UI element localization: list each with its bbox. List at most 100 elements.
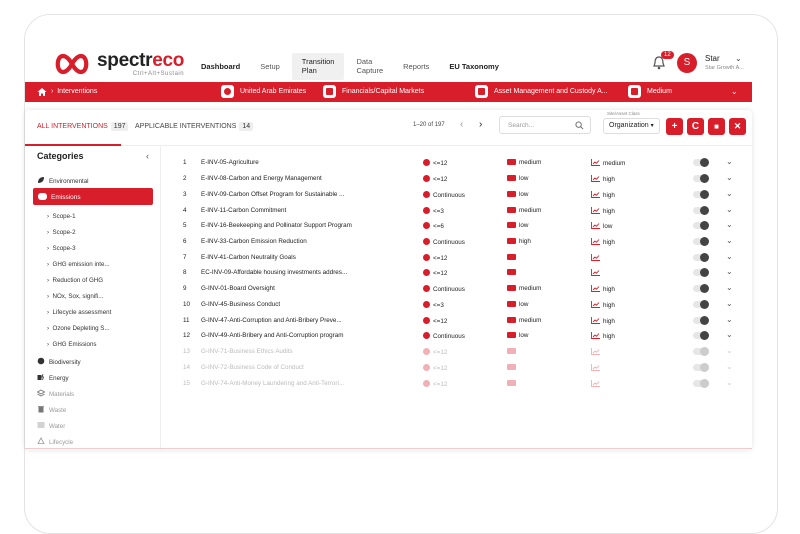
intervention-name[interactable]: E-INV-33-Carbon Emission Reduction bbox=[201, 238, 307, 245]
applicable-toggle[interactable] bbox=[693, 158, 709, 167]
applicable-toggle[interactable] bbox=[693, 237, 709, 246]
applicable-toggle[interactable] bbox=[693, 174, 709, 183]
table-row[interactable]: 15 G-INV-74-Anti-Money Laundering and Ant… bbox=[175, 376, 741, 391]
intervention-name[interactable]: E-INV-41-Carbon Neutrality Goals bbox=[201, 254, 296, 261]
intervention-name[interactable]: G-INV-01-Board Oversight bbox=[201, 285, 275, 292]
next-page-button[interactable]: › bbox=[479, 119, 482, 130]
chevron-down-icon[interactable]: ⌄ bbox=[726, 236, 733, 245]
intervention-name[interactable]: E-INV-11-Carbon Commitment bbox=[201, 207, 286, 214]
user-avatar[interactable]: S bbox=[677, 53, 697, 73]
category-waste[interactable]: Waste bbox=[37, 405, 66, 414]
table-row[interactable]: 12 G-INV-49-Anti-Bribery and Anti-Corrupt… bbox=[175, 328, 741, 343]
table-row[interactable]: 10 G-INV-45-Business Conduct <=3 low high ⌄ bbox=[175, 297, 741, 312]
chevron-down-icon[interactable]: ⌄ bbox=[726, 189, 733, 198]
save-button[interactable]: ■ bbox=[708, 118, 725, 135]
applicable-toggle[interactable] bbox=[693, 253, 709, 262]
table-row[interactable]: 9 G-INV-01-Board Oversight Continuous mediu… bbox=[175, 281, 741, 296]
refresh-button[interactable]: C bbox=[687, 118, 704, 135]
subcategory-item[interactable]: › GHG Emissions bbox=[47, 341, 97, 348]
applicable-toggle[interactable] bbox=[693, 363, 709, 372]
chevron-down-icon[interactable]: ⌄ bbox=[726, 205, 733, 214]
applicable-toggle[interactable] bbox=[693, 206, 709, 215]
applicable-toggle[interactable] bbox=[693, 347, 709, 356]
chevron-down-icon[interactable]: ⌄ bbox=[726, 157, 733, 166]
chevron-down-icon[interactable]: ⌄ bbox=[726, 378, 733, 387]
intervention-name[interactable]: G-INV-45-Business Conduct bbox=[201, 301, 280, 308]
nav-eu-taxonomy[interactable]: EU Taxonomy bbox=[449, 62, 498, 71]
subcategory-item[interactable]: › Ozone Depleting S... bbox=[47, 325, 110, 332]
subcategory-item[interactable]: › Reduction of GHG bbox=[47, 277, 103, 284]
tab-applicable-interventions[interactable]: APPLICABLE INTERVENTIONS 14 bbox=[135, 122, 254, 131]
chevron-down-icon[interactable]: ⌄ bbox=[726, 267, 733, 276]
add-button[interactable]: + bbox=[666, 118, 683, 135]
nav-transition-plan[interactable]: Transition Plan bbox=[291, 53, 345, 80]
intervention-name[interactable]: G-INV-72-Business Code of Conduct bbox=[201, 364, 304, 371]
chevron-down-icon[interactable]: ⌄ bbox=[726, 346, 733, 355]
chevron-down-icon[interactable]: ⌄ bbox=[726, 252, 733, 261]
nav-reports[interactable]: Reports bbox=[403, 62, 429, 71]
chevron-down-icon[interactable]: ⌄ bbox=[726, 173, 733, 182]
sector-filter[interactable]: Financials/Capital Markets bbox=[323, 85, 424, 98]
chevron-down-icon[interactable]: ⌄ bbox=[726, 330, 733, 339]
table-row[interactable]: 5 E-INV-16-Beekeeping and Pollinator Supp… bbox=[175, 218, 741, 233]
intervention-name[interactable]: G-INV-71-Business Ethics Audits bbox=[201, 348, 293, 355]
applicable-toggle[interactable] bbox=[693, 268, 709, 277]
applicable-toggle[interactable] bbox=[693, 316, 709, 325]
table-row[interactable]: 6 E-INV-33-Carbon Emission Reduction Conti… bbox=[175, 234, 741, 249]
chevron-down-icon[interactable]: ⌄ bbox=[726, 362, 733, 371]
magic-wand-button[interactable]: ✕ bbox=[729, 118, 746, 135]
chevron-down-icon[interactable]: ⌄ bbox=[731, 87, 738, 96]
subcategory-item[interactable]: › Lifecycle assessment bbox=[47, 309, 111, 316]
size-filter[interactable]: Medium bbox=[628, 85, 672, 98]
chevron-down-icon[interactable]: ⌄ bbox=[735, 54, 742, 63]
category-biodiversity[interactable]: Biodiversity bbox=[37, 357, 81, 366]
tab-all-interventions[interactable]: ALL INTERVENTIONS 197 bbox=[37, 122, 129, 131]
category-materials[interactable]: Materials bbox=[37, 389, 74, 398]
intervention-name[interactable]: G-INV-74-Anti-Money Laundering and Anti-… bbox=[201, 380, 344, 387]
applicable-toggle[interactable] bbox=[693, 284, 709, 293]
table-row[interactable]: 8 EC-INV-09-Affordable housing investment… bbox=[175, 265, 741, 280]
table-row[interactable]: 4 E-INV-11-Carbon Commitment <=3 medium high… bbox=[175, 203, 741, 218]
search-input[interactable]: Search... bbox=[499, 116, 591, 134]
subcategory-item[interactable]: › GHG emission inte... bbox=[47, 261, 110, 268]
table-row[interactable]: 13 G-INV-71-Business Ethics Audits <=12 ⌄ bbox=[175, 344, 741, 359]
category-emissions[interactable]: Emissions bbox=[33, 188, 153, 205]
organization-select[interactable]: Organization ▾ bbox=[603, 118, 660, 134]
intervention-name[interactable]: E-INV-05-Agriculture bbox=[201, 159, 259, 166]
industry-filter[interactable]: Asset Management and Custody A... bbox=[475, 85, 608, 98]
table-row[interactable]: 2 E-INV-08-Carbon and Energy Management <=… bbox=[175, 171, 741, 186]
intervention-name[interactable]: G-INV-47-Anti-Corruption and Anti-Briber… bbox=[201, 317, 342, 324]
category-energy[interactable]: Energy bbox=[37, 373, 69, 382]
intervention-name[interactable]: E-INV-08-Carbon and Energy Management bbox=[201, 175, 322, 182]
category-environmental[interactable]: Environmental bbox=[37, 176, 89, 185]
prev-page-button[interactable]: ‹ bbox=[460, 119, 463, 130]
applicable-toggle[interactable] bbox=[693, 331, 709, 340]
table-row[interactable]: 3 E-INV-09-Carbon Offset Program for Sust… bbox=[175, 187, 741, 202]
nav-setup[interactable]: Setup bbox=[260, 62, 280, 71]
applicable-toggle[interactable] bbox=[693, 221, 709, 230]
table-row[interactable]: 7 E-INV-41-Carbon Neutrality Goals <=12 ⌄ bbox=[175, 250, 741, 265]
intervention-name[interactable]: E-INV-16-Beekeeping and Pollinator Suppo… bbox=[201, 222, 352, 229]
country-filter[interactable]: United Arab Emirates bbox=[221, 85, 306, 98]
category-water[interactable]: Water bbox=[37, 421, 65, 430]
chevron-down-icon[interactable]: ⌄ bbox=[726, 283, 733, 292]
chevron-down-icon[interactable]: ⌄ bbox=[726, 220, 733, 229]
category-lifecycle[interactable]: Lifecycle bbox=[37, 437, 73, 446]
intervention-name[interactable]: E-INV-09-Carbon Offset Program for Susta… bbox=[201, 191, 344, 198]
table-row[interactable]: 11 G-INV-47-Anti-Corruption and Anti-Brib… bbox=[175, 313, 741, 328]
table-row[interactable]: 14 G-INV-72-Business Code of Conduct <=12 ⌄ bbox=[175, 360, 741, 375]
home-icon[interactable] bbox=[37, 87, 47, 97]
subcategory-item[interactable]: › Scope-3 bbox=[47, 245, 76, 252]
table-row[interactable]: 1 E-INV-05-Agriculture <=12 medium medium ⌄ bbox=[175, 155, 741, 170]
subcategory-item[interactable]: › Scope-1 bbox=[47, 213, 76, 220]
subcategory-item[interactable]: › Scope-2 bbox=[47, 229, 76, 236]
nav-data-capture[interactable]: Data Capture bbox=[356, 57, 383, 76]
intervention-name[interactable]: EC-INV-09-Affordable housing investments… bbox=[201, 269, 347, 276]
user-name[interactable]: Star bbox=[705, 54, 720, 63]
chevron-down-icon[interactable]: ⌄ bbox=[726, 315, 733, 324]
applicable-toggle[interactable] bbox=[693, 379, 709, 388]
chevron-down-icon[interactable]: ⌄ bbox=[726, 299, 733, 308]
applicable-toggle[interactable] bbox=[693, 300, 709, 309]
brand-logo[interactable]: spectreco Ctrl+Alt+Sustain bbox=[53, 51, 184, 77]
collapse-sidebar-button[interactable]: ‹ bbox=[146, 151, 149, 161]
